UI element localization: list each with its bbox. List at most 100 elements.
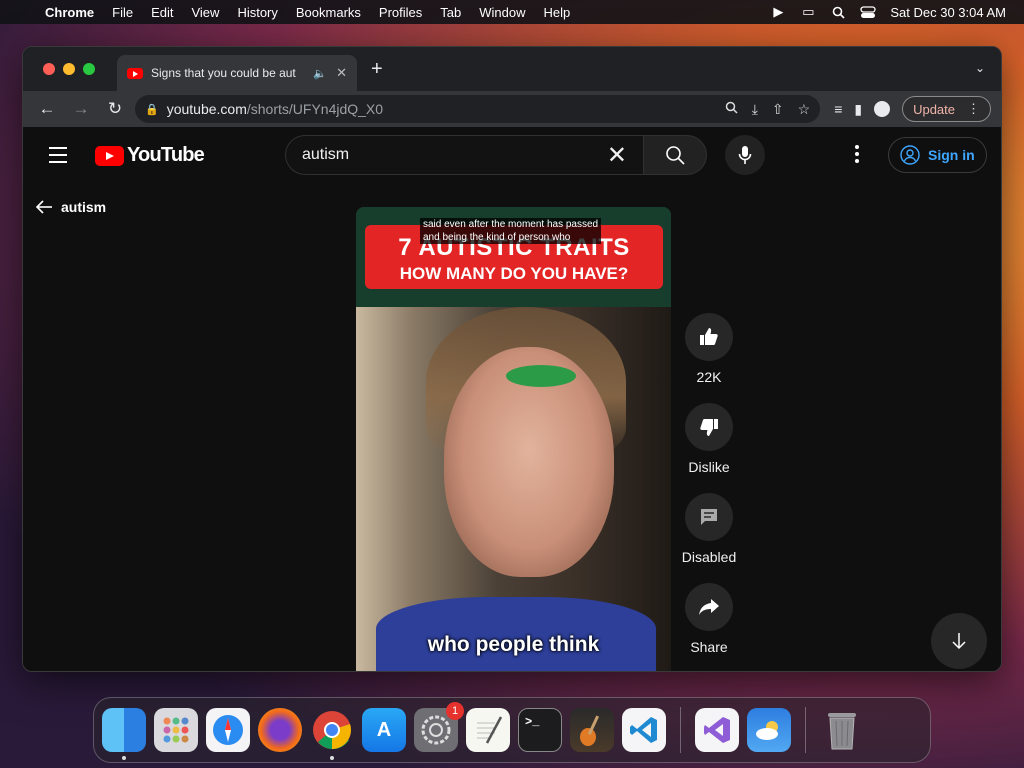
thumbs-up-icon [700,328,718,345]
chrome-app-icon[interactable] [310,708,354,760]
weather-app-icon[interactable] [747,708,791,752]
system-settings-app-icon[interactable]: 1 [414,702,464,752]
menu-help[interactable]: Help [535,5,580,20]
account-circle-icon [900,145,920,165]
address-bar[interactable]: 🔒 youtube.com/shorts/UFYn4jdQ_X0 ⤓ ⇧ ☆ [135,95,821,123]
youtube-header: YouTube autism ✕ Sign in [23,127,1001,183]
caption-line-2: and being the kind of person who [423,232,571,243]
share-arrow-icon [699,599,719,615]
share-button[interactable] [685,583,733,631]
settings-kebab-icon[interactable] [855,145,859,166]
like-button[interactable] [685,313,733,361]
close-tab-icon[interactable]: ✕ [336,65,347,81]
lock-icon[interactable]: 🔒 [145,103,159,116]
youtube-play-logo-icon [95,145,124,166]
voice-search-button[interactable] [725,135,765,175]
close-window-button[interactable] [43,63,55,75]
macos-menubar: Chrome File Edit View History Bookmarks … [0,0,1024,24]
reload-icon[interactable]: ↻ [101,95,129,123]
zoom-search-icon[interactable] [725,101,738,118]
app-store-app-icon[interactable]: A [362,708,406,752]
tab-youtube-short[interactable]: Signs that you could be aut 🔈 ✕ [117,55,357,91]
closed-caption: said even after the moment has passed an… [420,218,602,244]
launchpad-app-icon[interactable] [154,708,198,752]
browser-window: Signs that you could be aut 🔈 ✕ + ⌄ ← → … [22,46,1002,672]
menu-history[interactable]: History [228,5,286,20]
tab-search-chevron-icon[interactable]: ⌄ [975,61,985,75]
search-bar: autism ✕ [285,135,765,175]
search-input[interactable]: autism ✕ [285,135,643,175]
dock-separator [680,707,681,753]
side-panel-icon[interactable]: ▮ [854,101,862,118]
menu-bookmarks[interactable]: Bookmarks [287,5,370,20]
clear-search-icon[interactable]: ✕ [607,141,627,170]
new-tab-icon[interactable]: + [371,58,383,81]
short-video-player[interactable]: 7 AUTISTIC TRAITS HOW MANY DO YOU HAVE? … [356,207,671,671]
update-label: Update [913,101,955,117]
visual-studio-app-icon[interactable] [695,708,739,752]
hamburger-menu-icon[interactable] [49,147,67,168]
dock-separator-trash [805,707,806,753]
menu-file[interactable]: File [103,5,142,20]
url-host: youtube.com [166,101,247,117]
back-arrow-icon[interactable]: ← [33,95,61,123]
url-path: /shorts/UFYn4jdQ_X0 [246,101,384,117]
chrome-menu-kebab-icon[interactable]: ⋮ [967,101,980,117]
comments-disabled-label: Disabled [681,549,737,565]
search-button[interactable] [643,135,707,175]
menubar-clock[interactable]: Sat Dec 30 3:04 AM [890,5,1006,20]
youtube-logo[interactable]: YouTube [95,144,205,167]
short-actions: 22K Dislike Disabled Share [679,313,739,671]
menu-view[interactable]: View [182,5,228,20]
vscode-app-icon[interactable] [622,708,666,752]
comments-button[interactable] [685,493,733,541]
share-page-icon[interactable]: ⇧ [772,101,784,118]
youtube-favicon-icon [127,67,143,79]
settings-badge: 1 [446,702,464,720]
control-center-icon[interactable] [860,5,877,19]
video-frame [356,307,671,671]
menu-window[interactable]: Window [470,5,534,20]
screen-mirroring-icon[interactable]: ▭ [800,4,816,19]
spotlight-search-icon[interactable] [830,5,846,19]
burned-in-caption: who people think [427,633,600,656]
zoom-window-button[interactable] [83,63,95,75]
finder-app-icon[interactable] [102,708,146,760]
green-paint-mark [506,365,576,387]
next-short-button[interactable] [931,613,987,669]
dislike-button[interactable] [685,403,733,451]
media-play-icon[interactable]: ▶ [770,4,786,19]
youtube-page: YouTube autism ✕ Sign in autism 7 AUTIST… [23,127,1001,671]
comments-action: Disabled [679,493,739,565]
reading-list-icon[interactable]: ≡ [834,101,842,117]
tab-strip: Signs that you could be aut 🔈 ✕ + ⌄ [23,47,1001,91]
tab-title: Signs that you could be aut [151,66,296,80]
firefox-app-icon[interactable] [258,708,302,752]
back-label: autism [61,199,107,215]
minimize-window-button[interactable] [63,63,75,75]
share-label: Share [690,639,728,655]
audio-playing-icon[interactable]: 🔈 [313,67,327,80]
thumbs-down-icon [700,419,718,436]
macos-dock: A 1 >_ [93,697,931,763]
safari-app-icon[interactable] [206,708,250,752]
bookmark-star-icon[interactable]: ☆ [798,101,811,118]
menu-edit[interactable]: Edit [142,5,182,20]
garageband-app-icon[interactable] [570,708,614,752]
trash-app-icon[interactable] [820,708,864,752]
sign-in-button[interactable]: Sign in [888,137,987,173]
menu-tab[interactable]: Tab [431,5,470,20]
microphone-icon [738,146,752,164]
menu-app-name[interactable]: Chrome [36,5,103,20]
youtube-wordmark: YouTube [127,144,205,166]
forward-arrow-icon[interactable]: → [67,95,95,123]
profile-avatar-icon[interactable] [874,101,891,117]
banner-line-2: HOW MANY DO YOU HAVE? [399,264,629,283]
update-chrome-button[interactable]: Update ⋮ [902,96,991,122]
caption-line-1: said even after the moment has passed [423,219,599,230]
textedit-app-icon[interactable] [466,708,510,752]
terminal-app-icon[interactable]: >_ [518,708,562,752]
back-to-search[interactable]: autism [35,199,106,215]
install-app-icon[interactable]: ⤓ [752,101,758,118]
menu-profiles[interactable]: Profiles [370,5,431,20]
